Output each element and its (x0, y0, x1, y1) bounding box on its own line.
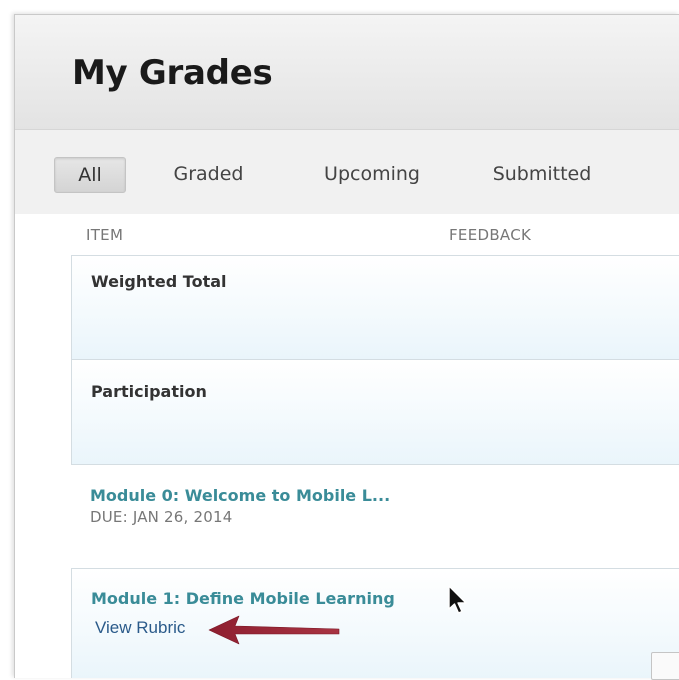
grade-row-participation[interactable]: Participation (71, 359, 679, 465)
page-header: My Grades (15, 15, 679, 130)
column-header-item: ITEM (86, 226, 124, 244)
tab-upcoming[interactable]: Upcoming (308, 157, 436, 191)
tab-submitted[interactable]: Submitted (477, 157, 607, 191)
tab-graded[interactable]: Graded (156, 157, 261, 191)
row-menu-button[interactable] (651, 652, 679, 680)
column-header-feedback: FEEDBACK (449, 226, 532, 244)
row-title-link[interactable]: Module 0: Welcome to Mobile L... (90, 486, 390, 505)
row-title-link[interactable]: Module 1: Define Mobile Learning (91, 589, 395, 608)
tab-all[interactable]: All (54, 157, 126, 193)
row-title: Weighted Total (91, 272, 227, 291)
due-date: DUE: JAN 26, 2014 (90, 508, 233, 526)
filter-tabs: All Graded Upcoming Submitted (15, 130, 679, 214)
annotation-arrow-icon (208, 615, 340, 645)
grade-row-weighted-total[interactable]: Weighted Total (71, 255, 679, 360)
view-rubric-link[interactable]: View Rubric (95, 618, 185, 638)
row-title: Participation (91, 382, 207, 401)
mouse-pointer-icon (448, 585, 467, 614)
grade-row-module-1: Module 1: Define Mobile Learning View Ru… (71, 568, 679, 678)
page-title: My Grades (72, 53, 273, 93)
grade-row-module-0: Module 0: Welcome to Mobile L... DUE: JA… (71, 465, 679, 569)
grades-window: My Grades All Graded Upcoming Submitted … (14, 14, 679, 678)
